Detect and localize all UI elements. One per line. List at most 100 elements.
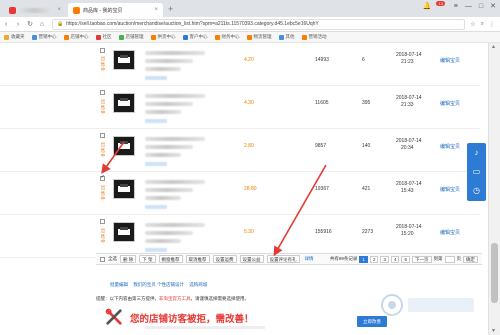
- bookmark-icon: [118, 34, 124, 40]
- address-bar-actions: ☆ ⌕ ⋮: [465, 21, 500, 28]
- product-title-blurred[interactable]: [145, 180, 205, 184]
- bookmark-icon: [31, 34, 37, 40]
- shop-design-link[interactable]: 我们的宝贝 个性店铺设计: [133, 282, 184, 287]
- bookmark-item[interactable]: 客户中心: [182, 34, 208, 40]
- page-scrollbar[interactable]: ▲ ▼: [488, 43, 500, 335]
- product-title-blurred[interactable]: [145, 51, 205, 55]
- select-all-label[interactable]: 全选: [108, 256, 117, 262]
- forward-icon[interactable]: ›: [12, 21, 24, 28]
- delete-button[interactable]: 删 除: [120, 255, 137, 263]
- bookmark-label: 收藏夹: [11, 34, 25, 39]
- product-thumbnail[interactable]: [113, 222, 135, 242]
- clock-icon[interactable]: ◷: [472, 186, 482, 196]
- edit-item-link[interactable]: 编辑宝贝: [440, 229, 460, 236]
- back-icon[interactable]: ‹: [0, 21, 12, 28]
- edit-item-link[interactable]: 编辑宝贝: [440, 143, 460, 150]
- scroll-up-icon[interactable]: ▲: [491, 44, 496, 50]
- bookmark-item[interactable]: 店铺中心: [63, 34, 89, 40]
- time-cell: 20:34: [401, 145, 414, 151]
- bookmark-icon: [214, 34, 220, 40]
- row-checkbox[interactable]: [100, 90, 105, 95]
- floating-service-panel: ♪ ▭ ◷: [467, 143, 486, 201]
- product-thumbnail[interactable]: [113, 136, 135, 156]
- edit-item-link[interactable]: 编辑宝贝: [440, 57, 460, 64]
- star-icon[interactable]: ☆: [470, 21, 475, 28]
- promo-banner[interactable]: 您的店铺访客被拒，需改善！: [105, 306, 275, 335]
- product-thumbnail[interactable]: [113, 179, 135, 199]
- page-2-button[interactable]: 2: [369, 255, 379, 263]
- close-tab-icon[interactable]: ×: [57, 7, 61, 13]
- bulk-edit-link[interactable]: 批量编辑: [110, 282, 128, 287]
- next-page-button[interactable]: 下一页: [412, 255, 432, 263]
- row-checkbox[interactable]: [100, 219, 105, 224]
- notice-suffix: ，请谨慎选择需要选择使用。: [190, 296, 250, 301]
- scrollbar-thumb[interactable]: [491, 243, 498, 303]
- page-4-button[interactable]: 4: [390, 255, 400, 263]
- cancel-recommend-button[interactable]: 取消推荐: [185, 255, 210, 263]
- new-tab-button[interactable]: +: [168, 4, 173, 14]
- scroll-down-icon[interactable]: ▼: [491, 328, 496, 334]
- maximize-icon[interactable]: □: [479, 3, 483, 10]
- set-charity-button[interactable]: 设置公益: [239, 255, 264, 263]
- browser-tab-active[interactable]: 商品库 - 我的宝贝 ×: [68, 3, 163, 17]
- home-icon[interactable]: ⌂: [36, 21, 48, 28]
- row-checkbox[interactable]: [100, 174, 105, 181]
- bookmark-item[interactable]: 收藏夹: [4, 34, 25, 40]
- row-checkbox[interactable]: [100, 133, 105, 138]
- product-title-blurred[interactable]: [145, 94, 205, 98]
- date-cell: 2018-07-14: [396, 138, 422, 144]
- set-review-gift-button[interactable]: 设置评论有礼: [266, 255, 300, 263]
- minimize-icon[interactable]: —: [465, 3, 472, 10]
- page-1-button[interactable]: 1: [359, 255, 368, 263]
- goto-label: 到第: [433, 256, 443, 261]
- product-title-blurred: [145, 196, 181, 200]
- goto-confirm-button[interactable]: 确定: [463, 255, 478, 263]
- bookmark-item[interactable]: 物流管理: [246, 34, 272, 40]
- bookmark-item[interactable]: 供货中心: [150, 34, 176, 40]
- menu-icon[interactable]: ≡: [454, 3, 458, 10]
- page-5-button[interactable]: 5: [401, 255, 410, 263]
- product-title-blurred[interactable]: [145, 137, 205, 141]
- bookmark-item[interactable]: 店铺管理: [118, 34, 144, 40]
- browser-tab[interactable]: ×: [4, 3, 66, 17]
- bell-icon[interactable]: 🔔: [423, 2, 432, 10]
- goto-page-input[interactable]: [444, 255, 455, 263]
- bookmark-item[interactable]: 社区: [95, 34, 112, 40]
- address-bar: ‹ › ↻ ⌂ 🔒 https://sell.taobao.com/auctio…: [0, 17, 500, 32]
- select-all-checkbox[interactable]: [100, 256, 105, 262]
- details-link[interactable]: 详情: [305, 256, 314, 262]
- product-row: 出售中 4.20 14993 6 2018-07-14 21:23 编辑宝贝: [0, 43, 480, 86]
- date-cell: 2018-07-14: [396, 224, 422, 230]
- time-cell: 21:23: [401, 59, 414, 65]
- set-shipping-button[interactable]: 设置运费: [212, 255, 237, 263]
- sales-cell: 9857: [315, 143, 327, 149]
- total-records: 共有99条记录: [329, 256, 358, 261]
- edit-item-link[interactable]: 编辑宝贝: [440, 100, 460, 107]
- close-tab-icon[interactable]: ×: [154, 7, 158, 13]
- tab-favicon-icon: [9, 6, 16, 14]
- delist-button[interactable]: 下 架: [139, 255, 156, 263]
- product-thumbnail[interactable]: [113, 93, 135, 113]
- page-3-button[interactable]: 3: [380, 255, 389, 263]
- bookmark-item[interactable]: 营销中心: [31, 34, 57, 40]
- bookmark-icon: [246, 34, 252, 40]
- product-title-blurred[interactable]: [145, 223, 205, 227]
- price-cell: 28.80: [244, 186, 257, 192]
- bookmark-icon: [150, 34, 156, 40]
- bookmark-item[interactable]: 财务中心: [214, 34, 240, 40]
- window-recommend-button[interactable]: 橱窗推荐: [158, 255, 183, 263]
- bell-icon[interactable]: ♪: [472, 148, 482, 158]
- product-title-blurred: [145, 188, 193, 192]
- url-input[interactable]: 🔒 https://sell.taobao.com/auction/mercha…: [52, 18, 466, 30]
- row-checkbox[interactable]: [100, 48, 105, 53]
- close-window-icon[interactable]: ✕: [490, 2, 496, 10]
- edit-item-link[interactable]: 编辑宝贝: [440, 186, 460, 193]
- search-icon[interactable]: ⌕: [481, 21, 484, 28]
- bookmark-item[interactable]: 其他: [278, 34, 295, 40]
- bookmark-item[interactable]: 营销活动: [301, 34, 327, 40]
- chat-icon[interactable]: ▭: [472, 167, 482, 177]
- extensions-icon[interactable]: ⋮: [489, 21, 495, 28]
- product-thumbnail[interactable]: [113, 50, 135, 70]
- reload-icon[interactable]: ↻: [24, 20, 36, 28]
- mall-link[interactable]: 选购商城: [189, 282, 207, 287]
